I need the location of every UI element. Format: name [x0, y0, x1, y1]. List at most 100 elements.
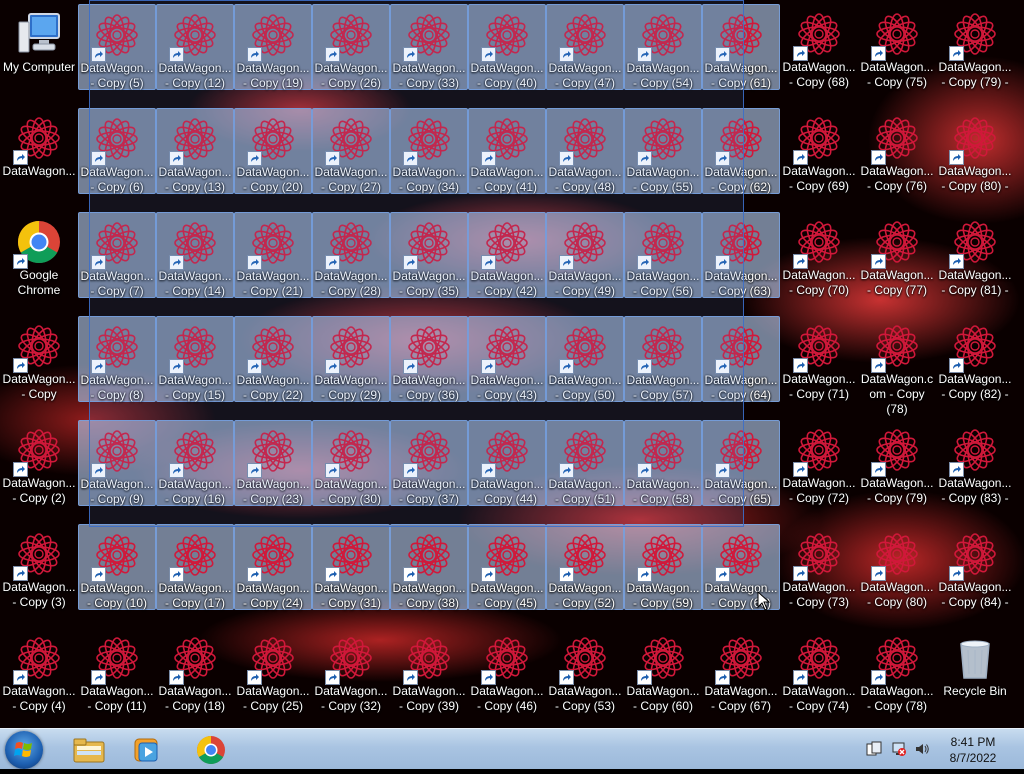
desktop-icon[interactable]: DataWagon... - Copy (3): [0, 524, 78, 624]
desktop-icon[interactable]: D: [1014, 420, 1024, 520]
desktop-icon[interactable]: DataWagon... - Copy (27): [312, 108, 390, 194]
desktop-icon[interactable]: DataWagon... - Copy (30): [312, 420, 390, 506]
desktop-icon[interactable]: DataWagon... - Copy (79): [858, 420, 936, 520]
desktop-icon[interactable]: DataWagon... - Copy (39): [390, 628, 468, 728]
desktop-icon[interactable]: DataWagon... - Copy (60): [624, 628, 702, 728]
desktop-icon[interactable]: DataWagon... - Copy (41): [468, 108, 546, 194]
taskbar-chrome-button[interactable]: [186, 732, 236, 768]
start-button[interactable]: [5, 731, 43, 769]
desktop-icon[interactable]: DataWagon... - Copy (78): [858, 628, 936, 728]
desktop-icon[interactable]: DataWagon... - Copy (49): [546, 212, 624, 298]
desktop-icon[interactable]: DataWagon... - Copy (65): [702, 420, 780, 506]
desktop-icon[interactable]: DataWagon... - Copy (58): [624, 420, 702, 506]
action-center-icon[interactable]: [866, 741, 882, 757]
desktop-icon[interactable]: DataWagon... - Copy (31): [312, 524, 390, 610]
desktop-icon[interactable]: DataWagon... - Copy (64): [702, 316, 780, 402]
desktop-icon[interactable]: DataWagon... - Copy (76): [858, 108, 936, 208]
desktop-icon[interactable]: DataWagon... - Copy (81) -: [936, 212, 1014, 312]
desktop-icon[interactable]: DataWagon... - Copy (16): [156, 420, 234, 506]
desktop-icon[interactable]: DataWagon... - Copy (48): [546, 108, 624, 194]
desktop-icon[interactable]: DataWagon... - Copy (44): [468, 420, 546, 506]
desktop-icon[interactable]: DataWagon... - Copy (2): [0, 420, 78, 520]
desktop-icon[interactable]: DataWagon... - Copy (36): [390, 316, 468, 402]
desktop-icon[interactable]: DataWagon... - Copy (42): [468, 212, 546, 298]
desktop-icon[interactable]: DataWagon... - Copy (61): [702, 4, 780, 90]
desktop-icon[interactable]: DataWagon... - Copy (57): [624, 316, 702, 402]
desktop-icon[interactable]: DataWagon... - Copy (6): [78, 108, 156, 194]
desktop-icon[interactable]: DataWagon... - Copy (17): [156, 524, 234, 610]
desktop-icon[interactable]: DataWagon... - Copy (10): [78, 524, 156, 610]
desktop-icon[interactable]: DataWagon... - Copy (19): [234, 4, 312, 90]
desktop-icon[interactable]: DataWagon... - Copy (37): [390, 420, 468, 506]
desktop-icon[interactable]: DataWagon... - Copy (45): [468, 524, 546, 610]
desktop-icon[interactable]: D: [1014, 212, 1024, 312]
system-clock[interactable]: 8:41 PM 8/7/2022: [932, 734, 1014, 766]
desktop-icon[interactable]: DataWagon... - Copy (29): [312, 316, 390, 402]
desktop-icon[interactable]: DataWagon... - Copy (51): [546, 420, 624, 506]
desktop-icon[interactable]: D: [1014, 316, 1024, 416]
desktop-icon[interactable]: DataWagon... - Copy (67): [702, 628, 780, 728]
desktop-icon[interactable]: DataWagon... - Copy (54): [624, 4, 702, 90]
desktop-icon[interactable]: DataWagon... - Copy (40): [468, 4, 546, 90]
desktop-icon[interactable]: DataWagon... - Copy (56): [624, 212, 702, 298]
desktop-icon[interactable]: DataWagon... - Copy (14): [156, 212, 234, 298]
desktop-icon[interactable]: DataWagon... - Copy (13): [156, 108, 234, 194]
desktop-icon[interactable]: D: [1014, 4, 1024, 104]
desktop-icon[interactable]: DataWagon...: [0, 108, 78, 208]
desktop-icon[interactable]: D: [1014, 524, 1024, 624]
desktop-icon[interactable]: DataWagon... - Copy (15): [156, 316, 234, 402]
desktop-icon[interactable]: DataWagon... - Copy (75): [858, 4, 936, 104]
desktop-icon[interactable]: DataWagon... - Copy (55): [624, 108, 702, 194]
desktop-icon[interactable]: My Computer: [0, 4, 78, 104]
desktop-icon[interactable]: D: [1014, 628, 1024, 728]
desktop-icon[interactable]: DataWagon... - Copy (23): [234, 420, 312, 506]
desktop-icon[interactable]: DataWagon... - Copy (25): [234, 628, 312, 728]
desktop-icon[interactable]: DataWagon... - Copy (7): [78, 212, 156, 298]
desktop-icon[interactable]: DataWagon... - Copy (9): [78, 420, 156, 506]
desktop-icon[interactable]: DataWagon... - Copy (11): [78, 628, 156, 728]
desktop-icon[interactable]: DataWagon... - Copy (8): [78, 316, 156, 402]
desktop-icon[interactable]: DataWagon.com - Copy (78): [858, 316, 936, 416]
desktop-icon[interactable]: DataWagon... - Copy (47): [546, 4, 624, 90]
desktop-icon[interactable]: Google Chrome: [0, 212, 78, 312]
desktop-icon[interactable]: DataWagon... - Copy (43): [468, 316, 546, 402]
desktop[interactable]: My Computer DataWagon... Google Chrome Data…: [0, 0, 1024, 728]
desktop-icon[interactable]: DataWagon... - Copy (22): [234, 316, 312, 402]
desktop-icon[interactable]: D: [1014, 108, 1024, 208]
desktop-icon[interactable]: DataWagon... - Copy (33): [390, 4, 468, 90]
network-icon[interactable]: [891, 741, 907, 757]
desktop-icon[interactable]: DataWagon... - Copy (21): [234, 212, 312, 298]
desktop-icon[interactable]: DataWagon... - Copy (80): [858, 524, 936, 624]
desktop-icon[interactable]: DataWagon... - Copy (53): [546, 628, 624, 728]
desktop-icon[interactable]: DataWagon... - Copy (73): [780, 524, 858, 624]
desktop-icon[interactable]: DataWagon... - Copy (5): [78, 4, 156, 90]
desktop-icon[interactable]: DataWagon... - Copy (70): [780, 212, 858, 312]
volume-icon[interactable]: [914, 741, 930, 757]
desktop-icon[interactable]: DataWagon... - Copy (80) -: [936, 108, 1014, 208]
desktop-icon[interactable]: DataWagon... - Copy (82) -: [936, 316, 1014, 416]
taskbar-explorer-button[interactable]: [64, 732, 114, 768]
desktop-icon[interactable]: DataWagon... - Copy (79) -: [936, 4, 1014, 104]
desktop-icon[interactable]: DataWagon... - Copy (71): [780, 316, 858, 416]
desktop-icon[interactable]: DataWagon... - Copy (32): [312, 628, 390, 728]
desktop-icon[interactable]: DataWagon... - Copy (4): [0, 628, 78, 728]
desktop-icon[interactable]: DataWagon... - Copy (35): [390, 212, 468, 298]
desktop-icon[interactable]: DataWagon... - Copy (69): [780, 108, 858, 208]
desktop-icon[interactable]: DataWagon... - Copy (50): [546, 316, 624, 402]
taskbar-media-player-button[interactable]: [122, 732, 172, 768]
desktop-icon[interactable]: DataWagon... - Copy (62): [702, 108, 780, 194]
desktop-icon[interactable]: Recycle Bin: [936, 628, 1014, 728]
desktop-icon[interactable]: DataWagon... - Copy (59): [624, 524, 702, 610]
desktop-icon[interactable]: DataWagon... - Copy (38): [390, 524, 468, 610]
desktop-icon[interactable]: DataWagon... - Copy (74): [780, 628, 858, 728]
desktop-icon[interactable]: DataWagon... - Copy (28): [312, 212, 390, 298]
desktop-icon[interactable]: DataWagon... - Copy (52): [546, 524, 624, 610]
desktop-icon[interactable]: DataWagon... - Copy (77): [858, 212, 936, 312]
desktop-icon[interactable]: DataWagon... - Copy (18): [156, 628, 234, 728]
desktop-icon[interactable]: DataWagon... - Copy (12): [156, 4, 234, 90]
desktop-icon[interactable]: DataWagon... - Copy (20): [234, 108, 312, 194]
desktop-icon[interactable]: DataWagon... - Copy (72): [780, 420, 858, 520]
desktop-icon[interactable]: DataWagon... - Copy (84) -: [936, 524, 1014, 624]
desktop-icon[interactable]: DataWagon... - Copy (83) -: [936, 420, 1014, 520]
desktop-icon[interactable]: DataWagon... - Copy (63): [702, 212, 780, 298]
